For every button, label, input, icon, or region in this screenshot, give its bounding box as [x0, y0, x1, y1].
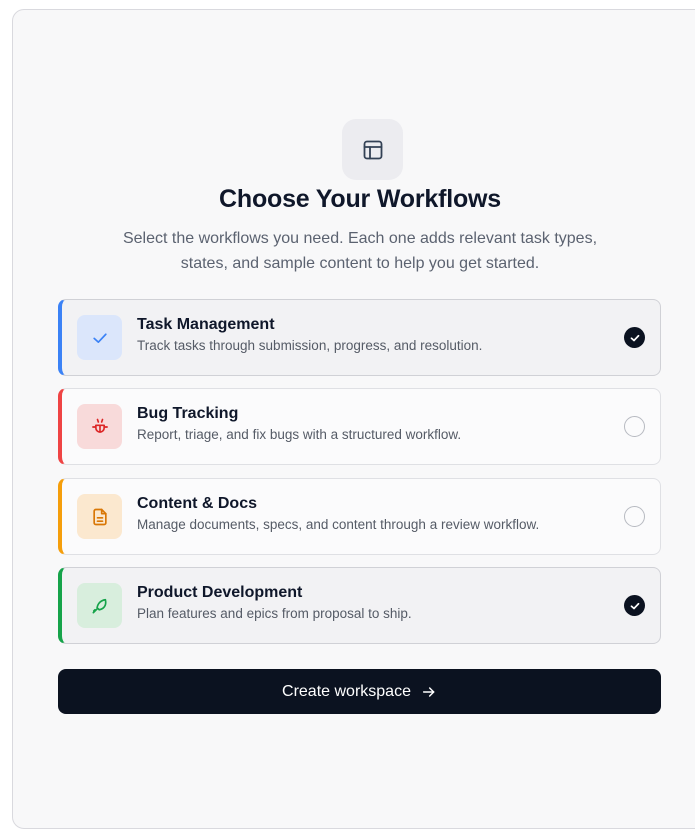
- workflow-name: Content & Docs: [137, 495, 257, 512]
- workflow-name: Task Management: [137, 316, 275, 333]
- rocket-icon: [77, 583, 122, 628]
- bug-icon: [77, 404, 122, 449]
- workflow-option-task-management[interactable]: Task Management Track tasks through subm…: [58, 299, 661, 376]
- create-workspace-button[interactable]: Create workspace: [58, 669, 661, 714]
- unselected-radio-icon[interactable]: [624, 506, 645, 527]
- workflow-name: Product Development: [137, 584, 303, 601]
- selected-check-icon[interactable]: [624, 595, 645, 616]
- page-title: Choose Your Workflows: [219, 185, 501, 213]
- workflow-option-bug-tracking[interactable]: Bug Tracking Report, triage, and fix bug…: [58, 388, 661, 465]
- selected-check-icon[interactable]: [624, 327, 645, 348]
- layout-panel-icon: [342, 119, 403, 180]
- arrow-right-icon: [421, 684, 437, 700]
- workflow-option-content-docs[interactable]: Content & Docs Manage documents, specs, …: [58, 478, 661, 555]
- workflow-description: Plan features and epics from proposal to…: [137, 606, 412, 621]
- document-icon: [77, 494, 122, 539]
- create-workspace-label: Create workspace: [282, 682, 411, 700]
- workflow-description: Manage documents, specs, and content thr…: [137, 517, 540, 532]
- workflow-description: Track tasks through submission, progress…: [137, 338, 483, 353]
- check-icon: [77, 315, 122, 360]
- workflow-name: Bug Tracking: [137, 405, 239, 422]
- workflow-description: Report, triage, and fix bugs with a stru…: [137, 427, 462, 442]
- workflow-option-product-development[interactable]: Product Development Plan features and ep…: [58, 567, 661, 644]
- page-subtitle: Select the workflows you need. Each one …: [122, 230, 598, 272]
- unselected-radio-icon[interactable]: [624, 416, 645, 437]
